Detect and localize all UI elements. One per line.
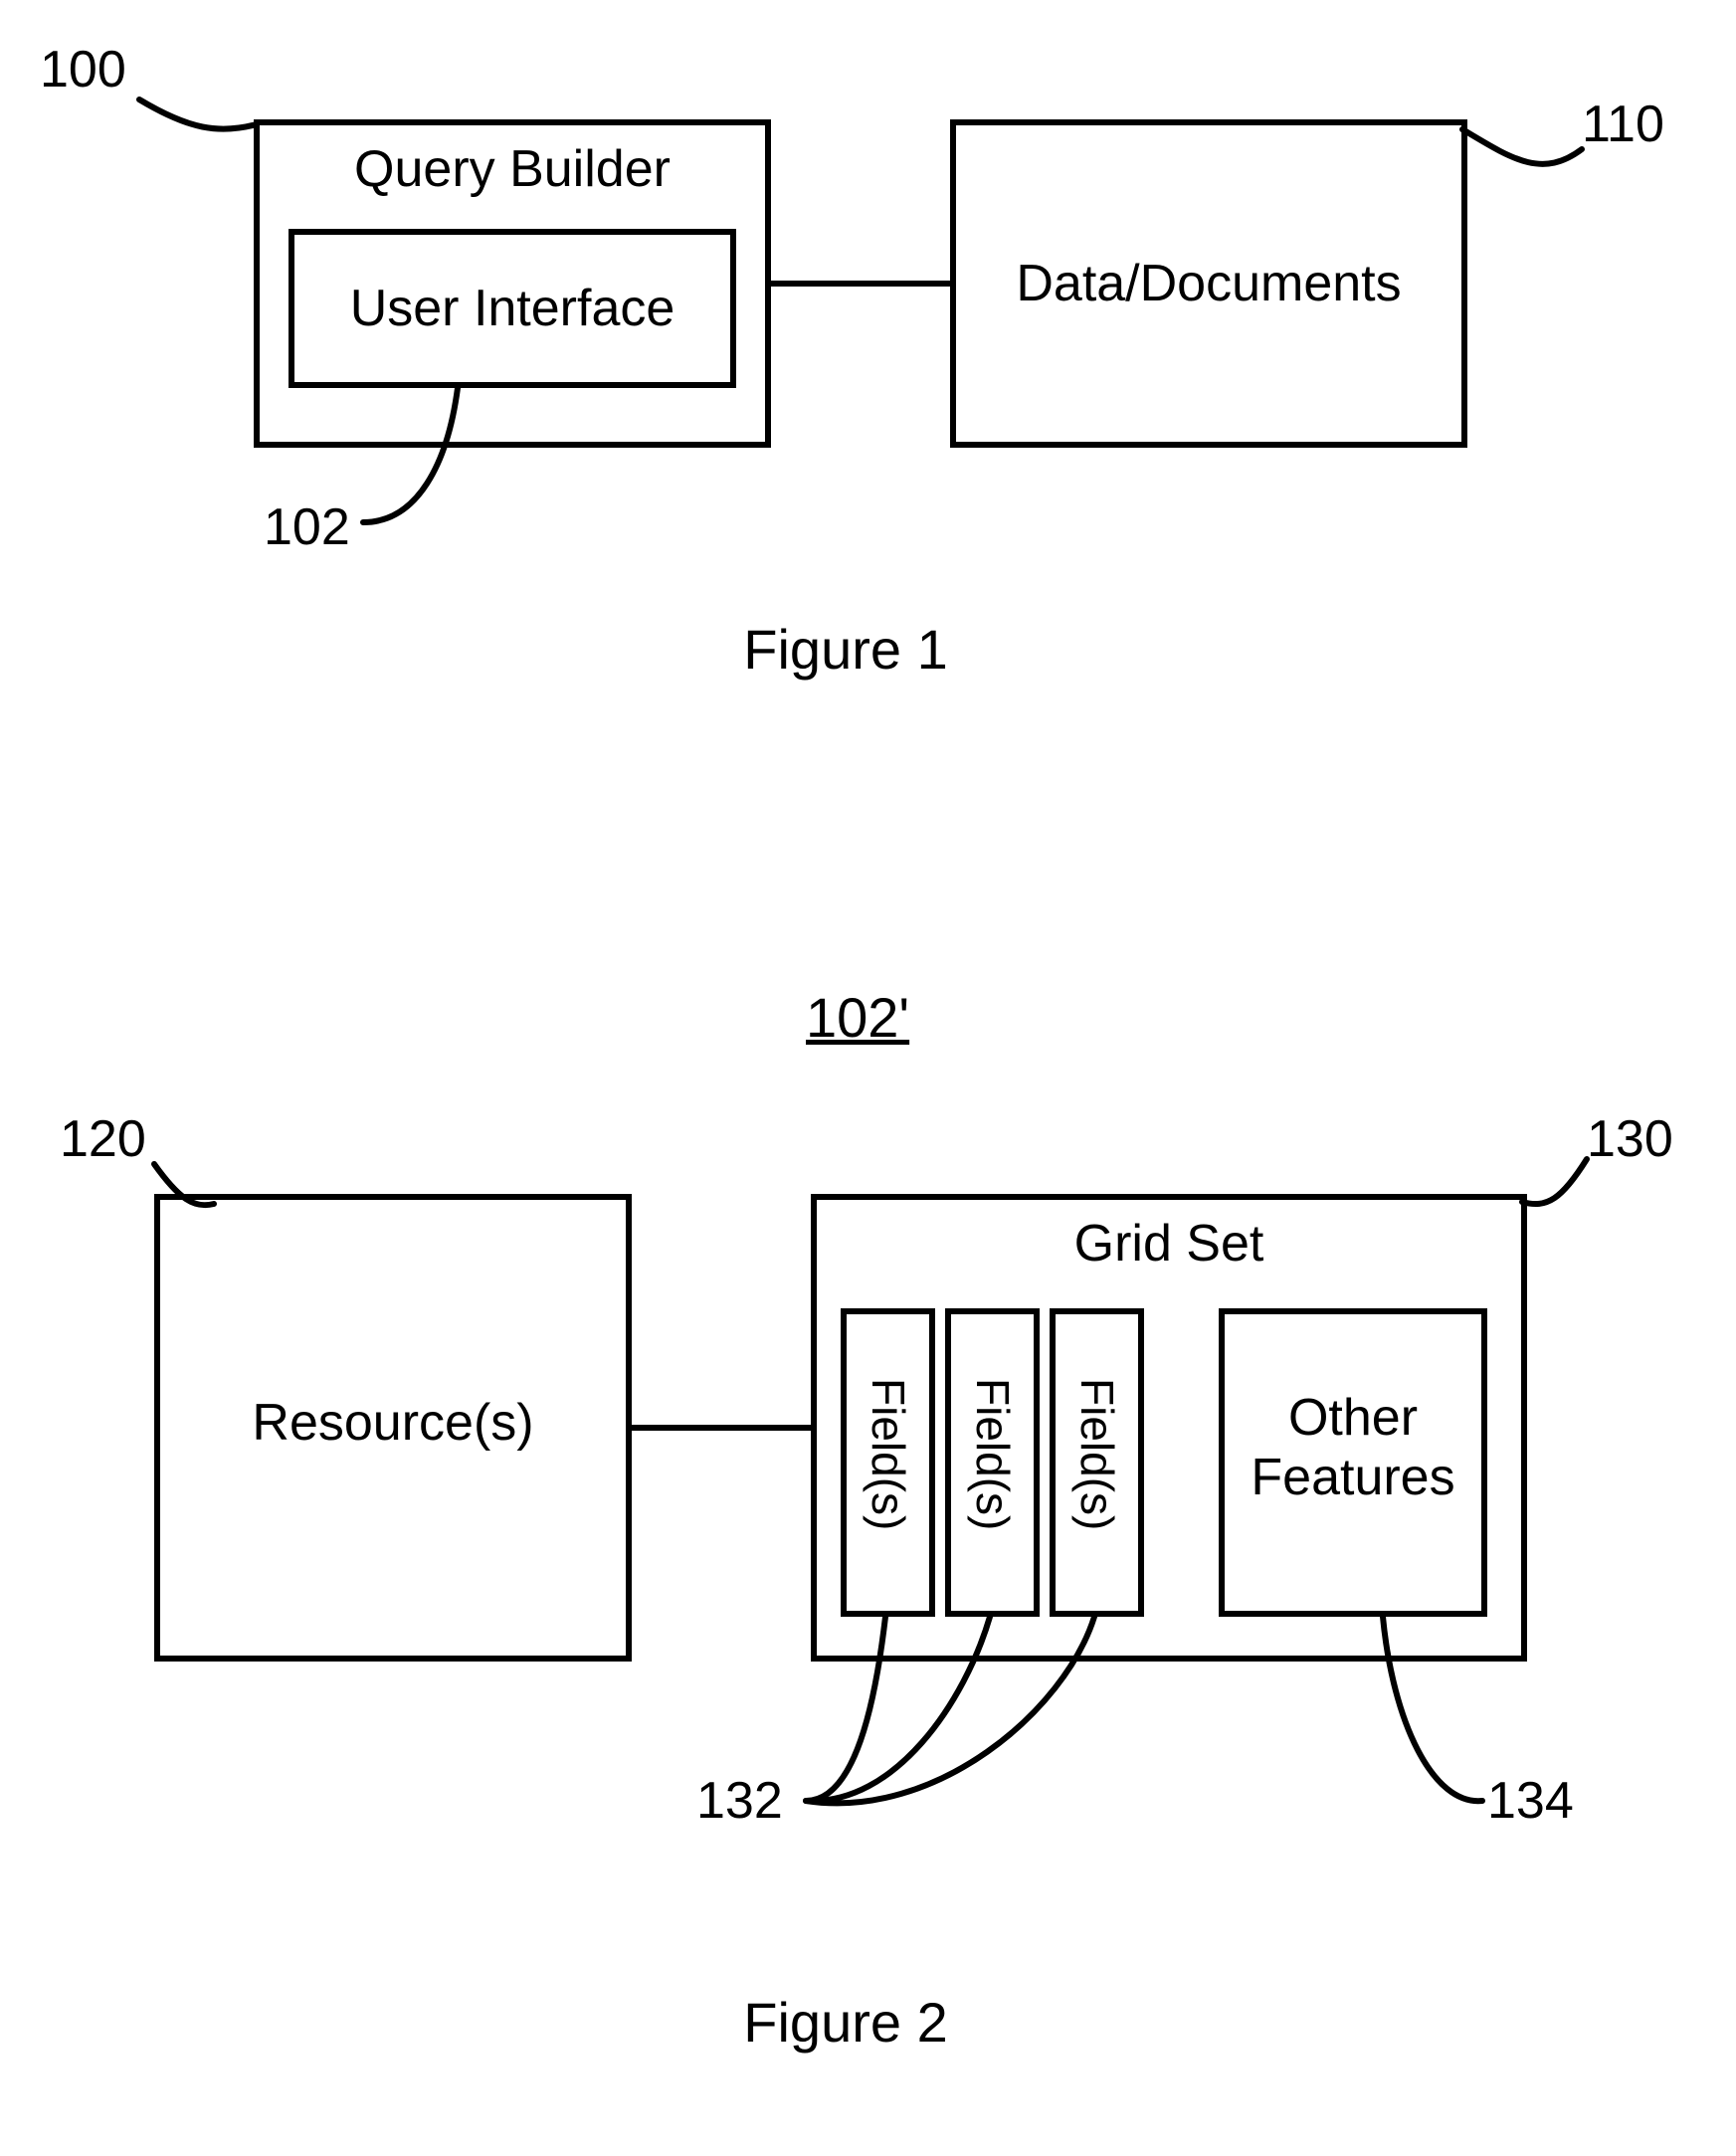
lead-130 xyxy=(1462,1104,1721,1264)
lead-110 xyxy=(1423,90,1681,229)
lead-132 xyxy=(776,1612,1194,1870)
other-features-label-2: Features xyxy=(1219,1448,1487,1507)
mid-title: 102' xyxy=(806,985,909,1050)
user-interface-label: User Interface xyxy=(343,279,681,338)
field-label-1: Field(s) xyxy=(862,1378,915,1530)
fig2-caption: Figure 2 xyxy=(716,1990,975,2055)
fig1-connector xyxy=(771,281,950,287)
fig2-connector xyxy=(632,1425,811,1431)
field-label-3: Field(s) xyxy=(1070,1378,1124,1530)
ref-132: 132 xyxy=(696,1771,783,1831)
lead-134 xyxy=(1283,1612,1602,1870)
grid-set-label: Grid Set xyxy=(1060,1214,1278,1274)
query-builder-label: Query Builder xyxy=(343,139,681,199)
resources-label: Resource(s) xyxy=(234,1393,552,1453)
lead-120 xyxy=(60,1104,279,1244)
diagram-page: Query Builder User Interface Data/Docume… xyxy=(0,0,1736,2156)
other-features-label-1: Other xyxy=(1219,1388,1487,1448)
data-documents-label: Data/Documents xyxy=(1015,254,1403,313)
field-label-2: Field(s) xyxy=(966,1378,1020,1530)
lead-102 xyxy=(328,383,587,562)
fig1-caption: Figure 1 xyxy=(716,617,975,682)
lead-100 xyxy=(40,40,298,179)
